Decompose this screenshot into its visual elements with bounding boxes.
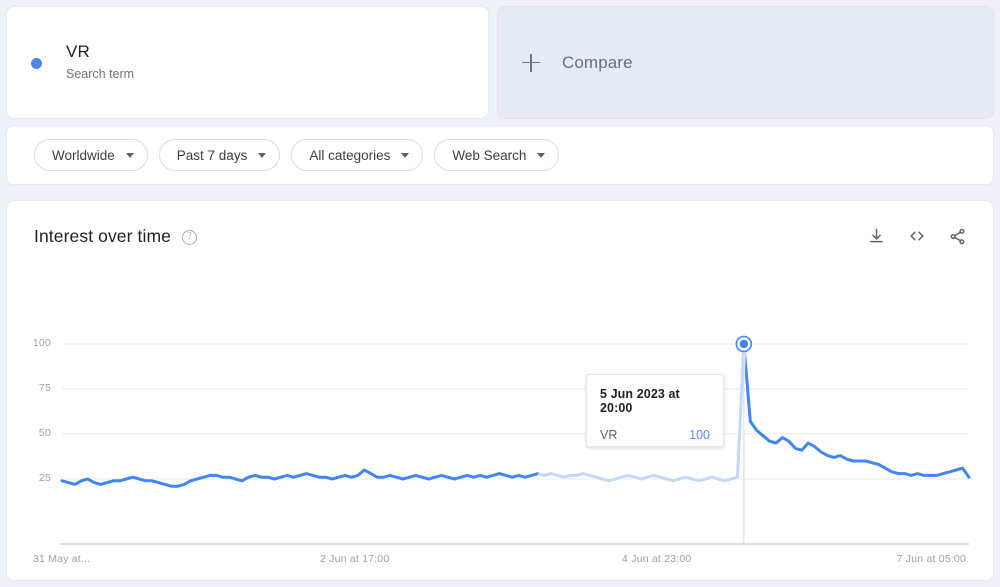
compare-label: Compare — [562, 53, 633, 73]
chart-tooltip: 5 Jun 2023 at 20:00 VR 100 — [586, 374, 724, 447]
x-axis-tick-label: 31 May at... — [33, 553, 90, 565]
search-term-subtitle: Search term — [66, 65, 134, 84]
x-axis-tick-label: 2 Jun at 17:00 — [320, 553, 389, 565]
search-term-card[interactable]: VR Search term — [6, 6, 489, 119]
filter-bar: Worldwide Past 7 days All categories Web… — [6, 125, 994, 185]
filter-chip-location-label: Worldwide — [52, 148, 115, 163]
y-axis-tick-label: 50 — [17, 427, 51, 439]
help-icon[interactable]: ? — [182, 230, 197, 245]
tooltip-date: 5 Jun 2023 at 20:00 — [600, 387, 710, 415]
filter-chip-category[interactable]: All categories — [291, 139, 423, 171]
chevron-down-icon — [537, 153, 545, 158]
tooltip-series-row: VR 100 — [600, 428, 710, 442]
chart-plot-area — [7, 261, 995, 582]
filter-chip-location[interactable]: Worldwide — [34, 139, 148, 171]
highlight-marker-dot[interactable] — [740, 340, 748, 348]
plus-icon — [522, 54, 540, 72]
filter-chip-time-range-label: Past 7 days — [177, 148, 248, 163]
y-axis-tick-label: 100 — [17, 337, 51, 349]
x-axis-tick-label: 7 Jun at 05:00 — [897, 553, 966, 565]
y-axis-tick-label: 25 — [17, 472, 51, 484]
search-term-text: VR Search term — [66, 41, 134, 84]
chart-actions — [867, 226, 967, 246]
download-icon[interactable] — [867, 227, 886, 246]
y-axis-tick-label: 75 — [17, 382, 51, 394]
embed-icon[interactable] — [907, 226, 927, 246]
filter-chip-search-type-label: Web Search — [452, 148, 526, 163]
compare-button[interactable]: Compare — [497, 6, 994, 119]
chevron-down-icon — [401, 153, 409, 158]
share-icon[interactable] — [948, 227, 967, 246]
search-term-title: VR — [66, 41, 134, 63]
x-axis-tick-label: 4 Jun at 23:00 — [622, 553, 691, 565]
tooltip-series-value: 100 — [689, 428, 710, 442]
interest-over-time-card: Interest over time ? — [6, 200, 994, 581]
series-line-vr — [62, 344, 969, 486]
filter-chip-time-range[interactable]: Past 7 days — [159, 139, 281, 171]
search-terms-row: VR Search term Compare — [6, 6, 994, 119]
series-color-dot — [31, 58, 42, 69]
filter-chip-search-type[interactable]: Web Search — [434, 139, 559, 171]
page-title: Interest over time — [34, 226, 171, 247]
trends-line-chart[interactable] — [7, 261, 995, 582]
chevron-down-icon — [126, 153, 134, 158]
tooltip-series-name: VR — [600, 428, 617, 442]
google-trends-page: VR Search term Compare Worldwide Past 7 … — [0, 0, 1000, 587]
chevron-down-icon — [258, 153, 266, 158]
filter-chip-category-label: All categories — [309, 148, 390, 163]
